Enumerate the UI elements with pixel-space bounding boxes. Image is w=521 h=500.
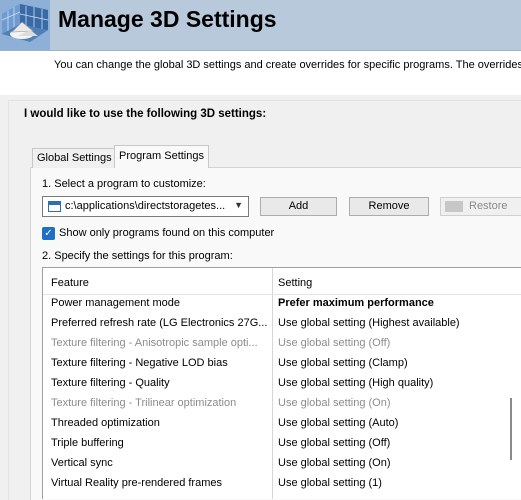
feature-cell: Virtual Reality pre-rendered frames bbox=[51, 477, 222, 489]
application-icon bbox=[48, 201, 61, 212]
setting-cell[interactable]: Prefer maximum performance bbox=[278, 297, 434, 309]
feature-cell: Triple buffering bbox=[51, 437, 124, 449]
table-row[interactable]: Virtual Reality pre-rendered frames Use … bbox=[51, 477, 511, 497]
table-row[interactable]: Texture filtering - Negative LOD bias Us… bbox=[51, 357, 511, 377]
setting-cell[interactable]: Use global setting (Highest available) bbox=[278, 317, 460, 329]
page-title: Manage 3D Settings bbox=[58, 6, 277, 32]
show-only-checkbox[interactable]: ✓ bbox=[42, 227, 55, 240]
show-only-label[interactable]: Show only programs found on this compute… bbox=[59, 227, 274, 239]
step2-label: 2. Specify the settings for this program… bbox=[42, 250, 233, 262]
table-scrollbar[interactable] bbox=[510, 398, 512, 460]
nvidia-3d-settings-icon bbox=[0, 0, 50, 50]
program-select-value: c:\applications\directstoragetes... bbox=[65, 200, 226, 212]
setting-cell: Use global setting (Off) bbox=[278, 337, 391, 349]
feature-cell: Preferred refresh rate (LG Electronics 2… bbox=[51, 317, 268, 329]
feature-cell: Texture filtering - Negative LOD bias bbox=[51, 357, 228, 369]
description-band bbox=[0, 51, 521, 95]
feature-cell: Texture filtering - Anisotropic sample o… bbox=[51, 337, 258, 349]
table-row[interactable]: Vertical sync Use global setting (On) bbox=[51, 457, 511, 477]
feature-cell: Threaded optimization bbox=[51, 417, 160, 429]
table-row: Texture filtering - Trilinear optimizati… bbox=[51, 397, 511, 417]
nvidia-logo-icon bbox=[445, 201, 463, 212]
panel-heading: I would like to use the following 3D set… bbox=[24, 108, 267, 120]
setting-cell[interactable]: Use global setting (Clamp) bbox=[278, 357, 408, 369]
setting-cell: Use global setting (On) bbox=[278, 397, 391, 409]
feature-cell: Power management mode bbox=[51, 297, 181, 309]
page-header: Manage 3D Settings bbox=[0, 0, 521, 51]
column-header-feature[interactable]: Feature bbox=[51, 277, 89, 289]
feature-cell: Texture filtering - Quality bbox=[51, 377, 170, 389]
table-row[interactable]: Triple buffering Use global setting (Off… bbox=[51, 437, 511, 457]
table-row: Texture filtering - Anisotropic sample o… bbox=[51, 337, 511, 357]
setting-cell[interactable]: Use global setting (Off) bbox=[278, 437, 390, 449]
setting-cell[interactable]: Use global setting (Auto) bbox=[278, 417, 398, 429]
column-header-setting[interactable]: Setting bbox=[278, 277, 312, 289]
header-divider bbox=[43, 294, 521, 295]
tab-global-settings[interactable]: Global Settings bbox=[32, 148, 117, 168]
setting-cell[interactable]: Use global setting (On) bbox=[278, 457, 391, 469]
remove-button[interactable]: Remove bbox=[349, 197, 429, 216]
program-select[interactable]: c:\applications\directstoragetes... ▼ bbox=[42, 196, 249, 217]
table-row[interactable]: Threaded optimization Use global setting… bbox=[51, 417, 511, 437]
feature-cell: Vertical sync bbox=[51, 457, 113, 469]
setting-cell[interactable]: Use global setting (1) bbox=[278, 477, 382, 489]
add-button[interactable]: Add bbox=[260, 197, 337, 216]
table-row[interactable]: Preferred refresh rate (LG Electronics 2… bbox=[51, 317, 511, 337]
table-row[interactable]: Texture filtering - Quality Use global s… bbox=[51, 377, 511, 397]
restore-button[interactable]: Restore bbox=[440, 197, 521, 216]
page-description: You can change the global 3D settings an… bbox=[54, 59, 521, 71]
step1-label: 1. Select a program to customize: bbox=[42, 178, 206, 190]
table-row[interactable]: Power management mode Prefer maximum per… bbox=[51, 297, 511, 317]
restore-label: Restore bbox=[469, 200, 508, 212]
tab-program-settings[interactable]: Program Settings bbox=[114, 145, 209, 168]
chevron-down-icon: ▼ bbox=[234, 200, 243, 210]
feature-cell: Texture filtering - Trilinear optimizati… bbox=[51, 397, 237, 409]
setting-cell[interactable]: Use global setting (High quality) bbox=[278, 377, 433, 389]
